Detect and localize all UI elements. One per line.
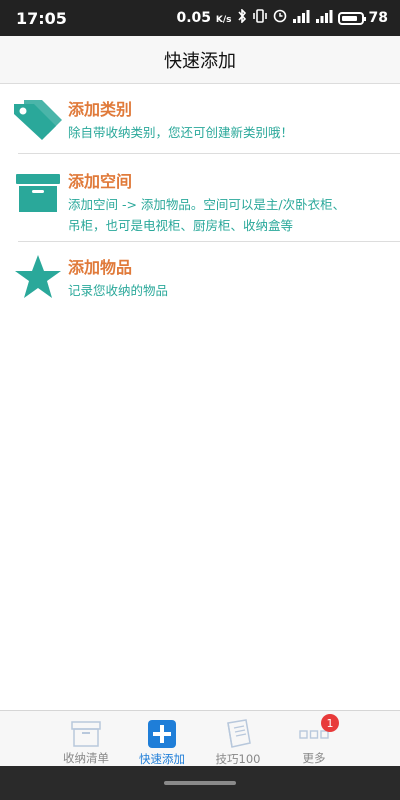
network-speed-value: 0.05 — [176, 10, 212, 26]
item-description-line-1: 添加空间 -> 添加物品。空间可以是主/次卧衣柜、 — [68, 197, 346, 212]
notification-badge: 1 — [321, 714, 339, 732]
item-title: 添加物品 — [68, 258, 133, 277]
tag-icon — [8, 96, 68, 154]
item-description: 记录您收纳的物品 — [68, 283, 169, 298]
bottom-tab-bar: 收纳清单 快速添加 技巧100 更多 1 — [0, 710, 400, 766]
status-time: 17:05 — [16, 8, 67, 28]
tab-label: 技巧100 — [215, 752, 261, 766]
status-bar: 17:05 0.05 K/s 78 — [0, 0, 400, 36]
tab-label: 更多 — [302, 751, 326, 765]
box-outline-icon — [70, 719, 102, 748]
system-navigation-bar — [0, 766, 400, 800]
item-title: 添加空间 — [68, 172, 133, 191]
item-description-line-2: 吊柜，也可是电视柜、厨房柜、收纳盒等 — [68, 218, 294, 233]
list-item-add-item[interactable]: 添加物品 记录您收纳的物品 — [0, 242, 400, 312]
quick-add-list: 添加类别 除自带收纳类别，您还可创建新类别哦！ 添加空间 添加空间 -> 添加物… — [0, 84, 400, 312]
battery-icon — [337, 11, 366, 25]
item-description: 除自带收纳类别，您还可创建新类别哦！ — [68, 125, 294, 140]
list-item-add-space[interactable]: 添加空间 添加空间 -> 添加物品。空间可以是主/次卧衣柜、 吊柜，也可是电视柜… — [0, 154, 400, 242]
status-indicators: 0.05 K/s 78 — [176, 8, 388, 27]
tab-quick-add[interactable]: 快速添加 — [131, 711, 193, 766]
vibrate-icon — [252, 9, 268, 27]
battery-level: 78 — [368, 10, 388, 26]
tab-label: 收纳清单 — [63, 751, 109, 765]
storage-box-icon — [8, 168, 68, 242]
tab-more[interactable]: 更多 1 — [283, 711, 345, 766]
home-indicator[interactable] — [164, 781, 236, 785]
signal-icon-2 — [315, 9, 333, 27]
item-title: 添加类别 — [68, 100, 133, 119]
tab-storage-list[interactable]: 收纳清单 — [55, 711, 117, 766]
item-description: 添加空间 -> 添加物品。空间可以是主/次卧衣柜、 吊柜，也可是电视柜、厨房柜、… — [68, 194, 345, 236]
plus-square-icon — [147, 719, 177, 749]
tab-label: 快速添加 — [139, 752, 185, 766]
page-title: 快速添加 — [164, 50, 236, 72]
header: 快速添加 — [0, 36, 400, 84]
alarm-icon — [273, 9, 287, 27]
list-item-add-category[interactable]: 添加类别 除自带收纳类别，您还可创建新类别哦！ — [0, 84, 400, 154]
network-speed: 0.05 K/s — [176, 10, 231, 26]
tab-tips-100[interactable]: 技巧100 — [207, 711, 269, 766]
signal-icon — [292, 9, 310, 27]
bluetooth-icon — [237, 8, 247, 27]
star-icon — [8, 254, 68, 312]
book-icon — [222, 719, 254, 749]
network-speed-unit: K/s — [215, 15, 232, 25]
